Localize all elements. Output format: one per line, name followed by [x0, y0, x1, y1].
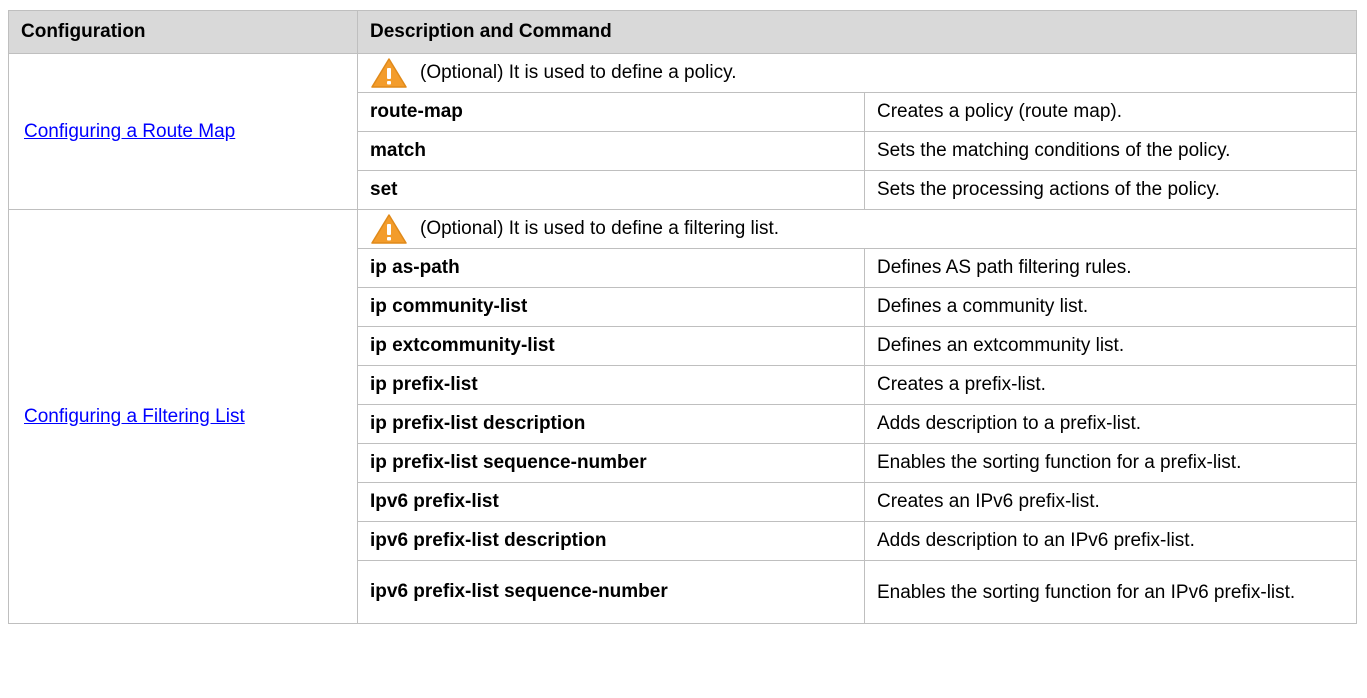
- note-cell: (Optional) It is used to define a policy…: [357, 53, 1357, 93]
- command-cell: ip prefix-list description: [357, 404, 865, 444]
- command-cell: ip extcommunity-list: [357, 326, 865, 366]
- section-filtering-list-note-row: Configuring a Filtering List (Optional) …: [8, 209, 1357, 624]
- command-cell: match: [357, 131, 865, 171]
- config-cell: Configuring a Filtering List: [8, 209, 358, 624]
- command-cell: ip as-path: [357, 248, 865, 288]
- description-cell: Enables the sorting function for a prefi…: [864, 443, 1357, 483]
- header-configuration: Configuration: [8, 10, 358, 54]
- section-route-map-note-row: Configuring a Route Map (Optional) It is…: [8, 53, 1357, 210]
- note-cell: (Optional) It is used to define a filter…: [357, 209, 1357, 249]
- configuring-route-map-link[interactable]: Configuring a Route Map: [24, 121, 235, 142]
- command-cell: ipv6 prefix-list sequence-number: [357, 560, 865, 624]
- description-cell: Defines an extcommunity list.: [864, 326, 1357, 366]
- command-cell: ip prefix-list: [357, 365, 865, 405]
- warning-icon: [371, 214, 407, 244]
- command-cell: ipv6 prefix-list description: [357, 521, 865, 561]
- note-text: (Optional) It is used to define a policy…: [420, 62, 737, 83]
- description-cell: Sets the processing actions of the polic…: [864, 170, 1357, 210]
- description-cell: Adds description to a prefix-list.: [864, 404, 1357, 444]
- description-cell: Creates an IPv6 prefix-list.: [864, 482, 1357, 522]
- command-cell: route-map: [357, 92, 865, 132]
- description-cell: Adds description to an IPv6 prefix-list.: [864, 521, 1357, 561]
- description-cell: Creates a policy (route map).: [864, 92, 1357, 132]
- description-cell: Enables the sorting function for an IPv6…: [864, 560, 1357, 624]
- config-cell: Configuring a Route Map: [8, 53, 358, 210]
- header-description-command: Description and Command: [357, 10, 1357, 54]
- table-header-row: Configuration Description and Command: [8, 10, 1357, 54]
- description-cell: Defines AS path filtering rules.: [864, 248, 1357, 288]
- command-cell: ip community-list: [357, 287, 865, 327]
- description-cell: Creates a prefix-list.: [864, 365, 1357, 405]
- config-table: Configuration Description and Command Co…: [8, 10, 1357, 624]
- configuring-filtering-list-link[interactable]: Configuring a Filtering List: [24, 406, 245, 427]
- command-cell: set: [357, 170, 865, 210]
- command-cell: ip prefix-list sequence-number: [357, 443, 865, 483]
- description-cell: Sets the matching conditions of the poli…: [864, 131, 1357, 171]
- command-cell: Ipv6 prefix-list: [357, 482, 865, 522]
- description-cell: Defines a community list.: [864, 287, 1357, 327]
- warning-icon: [371, 58, 407, 88]
- note-text: (Optional) It is used to define a filter…: [420, 218, 780, 239]
